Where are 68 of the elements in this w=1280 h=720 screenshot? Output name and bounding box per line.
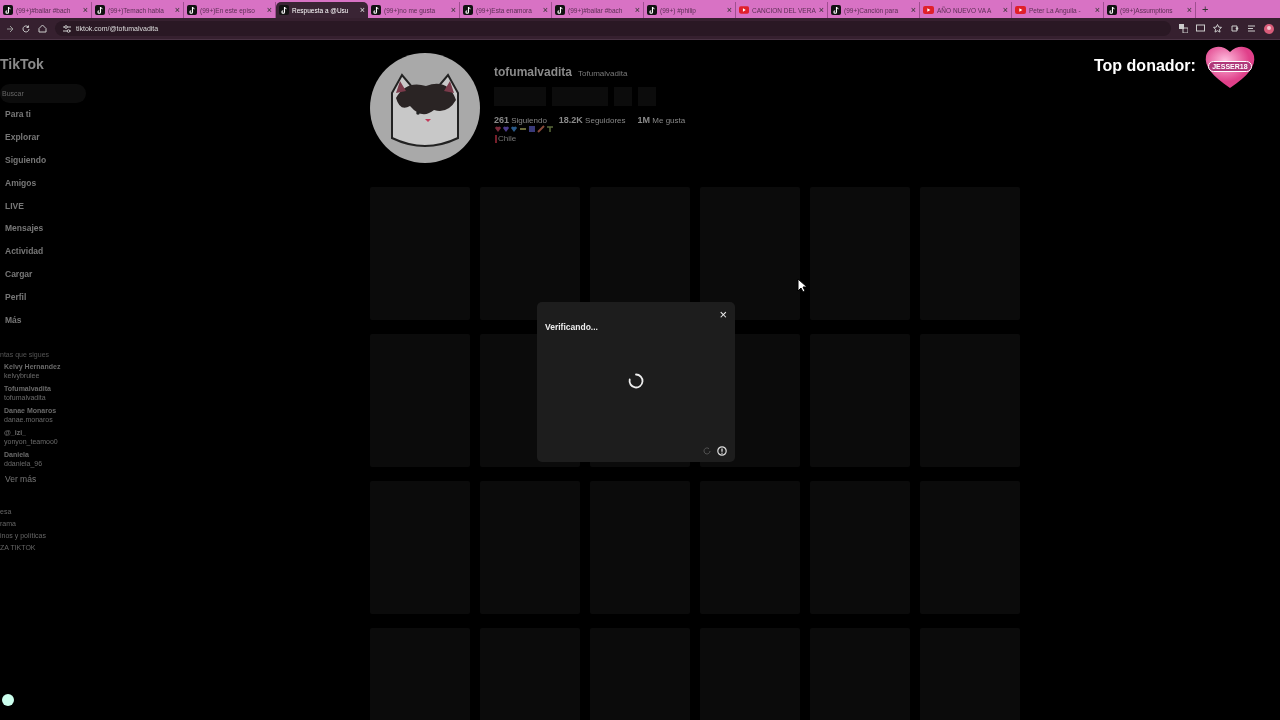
close-icon[interactable]: × [1094, 5, 1100, 15]
music-note-icon [279, 5, 289, 15]
donor-label: Top donador: [1094, 57, 1196, 75]
play-icon [1015, 6, 1026, 14]
play-icon [923, 6, 934, 14]
nav-item[interactable]: Explorar [5, 125, 362, 149]
translate-icon[interactable] [1179, 24, 1188, 33]
reload-icon[interactable] [22, 24, 30, 33]
close-icon[interactable]: × [542, 5, 548, 15]
music-note-icon [3, 5, 13, 15]
avatar-icon[interactable] [1264, 23, 1274, 34]
music-note-icon [187, 5, 197, 15]
close-icon[interactable]: × [726, 5, 732, 15]
profile-stat[interactable]: 18.2K Seguidores [558, 115, 626, 125]
nav-item[interactable]: Siguiendo [5, 148, 362, 172]
play-icon [739, 6, 750, 14]
status-icon[interactable] [2, 694, 14, 706]
close-icon[interactable]: × [818, 5, 824, 15]
refresh-icon[interactable] [703, 446, 712, 456]
close-icon[interactable]: × [266, 5, 272, 15]
profile-stat[interactable]: 1M Me gusta [637, 115, 686, 125]
nav-item[interactable]: Más [5, 308, 362, 331]
display-name: Tofumalvadita [578, 69, 628, 78]
mouse-pointer-icon [797, 278, 808, 293]
nav-item[interactable]: Amigos [5, 171, 362, 195]
dialog-title: Verificando... [545, 322, 599, 332]
close-button[interactable]: × [719, 309, 727, 321]
close-icon[interactable]: × [450, 5, 456, 15]
music-note-icon [831, 5, 841, 15]
star-icon[interactable] [1213, 24, 1222, 33]
new-tab-button[interactable]: + [1196, 3, 1215, 15]
nav-item[interactable]: Para ti [5, 103, 362, 126]
nav-item[interactable]: LIVE [5, 194, 362, 217]
close-icon[interactable]: × [359, 5, 365, 15]
close-icon[interactable]: × [1002, 5, 1008, 15]
screen-icon[interactable] [1196, 24, 1205, 33]
music-note-icon [555, 5, 565, 15]
info-icon[interactable] [717, 446, 727, 456]
list-icon[interactable] [1247, 24, 1256, 33]
close-icon[interactable]: × [82, 5, 88, 15]
see-more-link[interactable]: Ver más [5, 473, 362, 484]
home-icon[interactable] [38, 24, 47, 33]
close-icon[interactable]: × [910, 5, 916, 15]
profile-stat[interactable]: 261 Siguiendo [494, 115, 547, 125]
nav-item[interactable]: Cargar [5, 262, 362, 286]
location-label: Chile [494, 134, 686, 143]
video-thumbnail-placeholder[interactable] [700, 187, 800, 320]
nav-item[interactable]: Perfil [5, 285, 362, 309]
username: tofumalvadita [494, 65, 572, 79]
video-thumbnail-placeholder[interactable] [480, 187, 580, 320]
pin-icon [494, 134, 497, 143]
nav-item[interactable]: Actividad [5, 239, 362, 263]
music-note-icon [95, 5, 105, 15]
music-note-icon [1107, 5, 1117, 15]
cat-avatar-icon [370, 53, 480, 163]
extensions-icon[interactable] [1230, 24, 1239, 33]
close-icon[interactable]: × [174, 5, 180, 15]
music-note-icon [463, 5, 473, 15]
nav-item[interactable]: Mensajes [5, 217, 362, 240]
music-note-icon [647, 5, 657, 15]
emoji-row-drawing [494, 125, 554, 133]
sliders-icon [63, 24, 71, 33]
music-note-icon [371, 5, 381, 15]
close-icon[interactable]: × [634, 5, 640, 15]
loading-spinner-icon [628, 373, 644, 389]
close-icon[interactable]: × [1186, 5, 1192, 15]
forward-icon[interactable] [6, 24, 14, 33]
tiktok-logo[interactable]: TikTok [0, 56, 362, 72]
